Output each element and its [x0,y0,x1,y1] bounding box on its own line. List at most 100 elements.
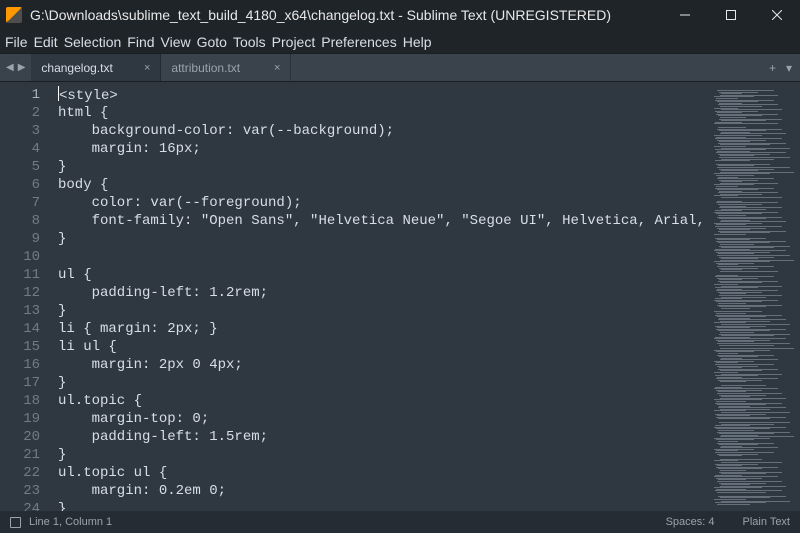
minimap-line [717,101,758,102]
code-line[interactable]: } [58,302,710,320]
minimap-line [720,470,746,471]
minimap-line [714,460,738,461]
minimap-line [714,476,778,477]
minimap-line [716,252,770,253]
minimap-line [718,104,778,105]
menu-file[interactable]: File [2,32,31,52]
menu-find[interactable]: Find [124,32,157,52]
line-number[interactable]: 5 [0,158,40,176]
code-line[interactable]: margin-top: 0; [58,410,710,428]
close-button[interactable] [754,0,800,30]
code-line[interactable]: <style> [58,86,710,104]
minimap-line [714,438,770,439]
code-line[interactable]: } [58,500,710,511]
minimap-line [717,266,774,267]
minimap-line [716,401,746,402]
line-number[interactable]: 13 [0,302,40,320]
minimap-line [716,186,738,187]
menu-preferences[interactable]: Preferences [318,32,399,52]
minimize-button[interactable] [662,0,708,30]
code-line[interactable]: color: var(--foreground); [58,194,710,212]
line-number-gutter[interactable]: 1234567891011121314151617181920212223242… [0,82,48,511]
code-line[interactable]: li ul { [58,338,710,356]
line-number[interactable]: 4 [0,140,40,158]
code-line[interactable]: margin: 2px 0 4px; [58,356,710,374]
file-tab[interactable]: changelog.txt× [31,54,161,81]
minimap-line [721,446,742,447]
line-number[interactable]: 1 [0,86,40,104]
menu-edit[interactable]: Edit [31,32,61,52]
line-number[interactable]: 21 [0,446,40,464]
code-line[interactable]: } [58,158,710,176]
line-number[interactable]: 19 [0,410,40,428]
tab-overflow-button[interactable]: ▾ [786,61,792,75]
minimap-line [719,218,766,219]
line-number[interactable]: 7 [0,194,40,212]
menu-selection[interactable]: Selection [61,32,125,52]
minimap-line [715,464,758,465]
tab-close-icon[interactable]: × [144,62,150,74]
status-position[interactable]: Line 1, Column 1 [29,516,112,528]
minimap-line [717,504,750,505]
code-line[interactable]: } [58,374,710,392]
code-line[interactable]: li { margin: 2px; } [58,320,710,338]
code-line[interactable]: font-family: "Open Sans", "Helvetica Neu… [58,212,710,230]
menu-project[interactable]: Project [269,32,319,52]
maximize-button[interactable] [708,0,754,30]
minimap-line [720,183,778,184]
line-number[interactable]: 22 [0,464,40,482]
file-tab[interactable]: attribution.txt× [161,54,291,81]
menu-help[interactable]: Help [400,32,435,52]
code-line[interactable]: padding-left: 1.5rem; [58,428,710,446]
line-number[interactable]: 24 [0,500,40,511]
code-line[interactable]: body { [58,176,710,194]
line-number[interactable]: 15 [0,338,40,356]
line-number[interactable]: 3 [0,122,40,140]
line-number[interactable]: 17 [0,374,40,392]
code-line[interactable]: background-color: var(--background); [58,122,710,140]
new-tab-button[interactable]: + [769,61,776,75]
menu-tools[interactable]: Tools [230,32,269,52]
line-number[interactable]: 8 [0,212,40,230]
menu-goto[interactable]: Goto [194,32,230,52]
minimap-line [714,199,796,200]
minimap-line [720,398,786,399]
minimap-line [720,381,746,382]
line-number[interactable]: 6 [0,176,40,194]
code-line[interactable]: } [58,446,710,464]
panel-switcher-icon[interactable] [10,517,21,528]
minimap-line [718,303,746,304]
minimap-line [717,393,782,394]
status-indentation[interactable]: Spaces: 4 [666,516,715,528]
code-line[interactable]: } [58,230,710,248]
line-number[interactable]: 12 [0,284,40,302]
line-number[interactable]: 23 [0,482,40,500]
code-line[interactable]: margin: 16px; [58,140,710,158]
line-number[interactable]: 11 [0,266,40,284]
code-line[interactable] [58,248,710,266]
code-editor[interactable]: <style>html { background-color: var(--ba… [48,82,710,511]
minimap-line [716,263,754,264]
tab-history-back[interactable]: ◀ [6,62,14,73]
line-number[interactable]: 2 [0,104,40,122]
tab-close-icon[interactable]: × [274,62,280,74]
code-line[interactable]: ul.topic { [58,392,710,410]
status-syntax[interactable]: Plain Text [743,516,791,528]
line-number[interactable]: 20 [0,428,40,446]
line-number[interactable]: 10 [0,248,40,266]
code-line[interactable]: ul.topic ul { [58,464,710,482]
line-number[interactable]: 14 [0,320,40,338]
line-number[interactable]: 9 [0,230,40,248]
minimap[interactable] [710,82,800,511]
code-line[interactable]: margin: 0.2em 0; [58,482,710,500]
code-line[interactable]: html { [58,104,710,122]
menu-view[interactable]: View [158,32,194,52]
editor-area: 1234567891011121314151617181920212223242… [0,82,800,511]
line-number[interactable]: 16 [0,356,40,374]
code-line[interactable]: ul { [58,266,710,284]
minimap-line [715,414,766,415]
line-number[interactable]: 18 [0,392,40,410]
minimap-line [718,418,770,419]
tab-history-forward[interactable]: ▶ [18,62,26,73]
code-line[interactable]: padding-left: 1.2rem; [58,284,710,302]
